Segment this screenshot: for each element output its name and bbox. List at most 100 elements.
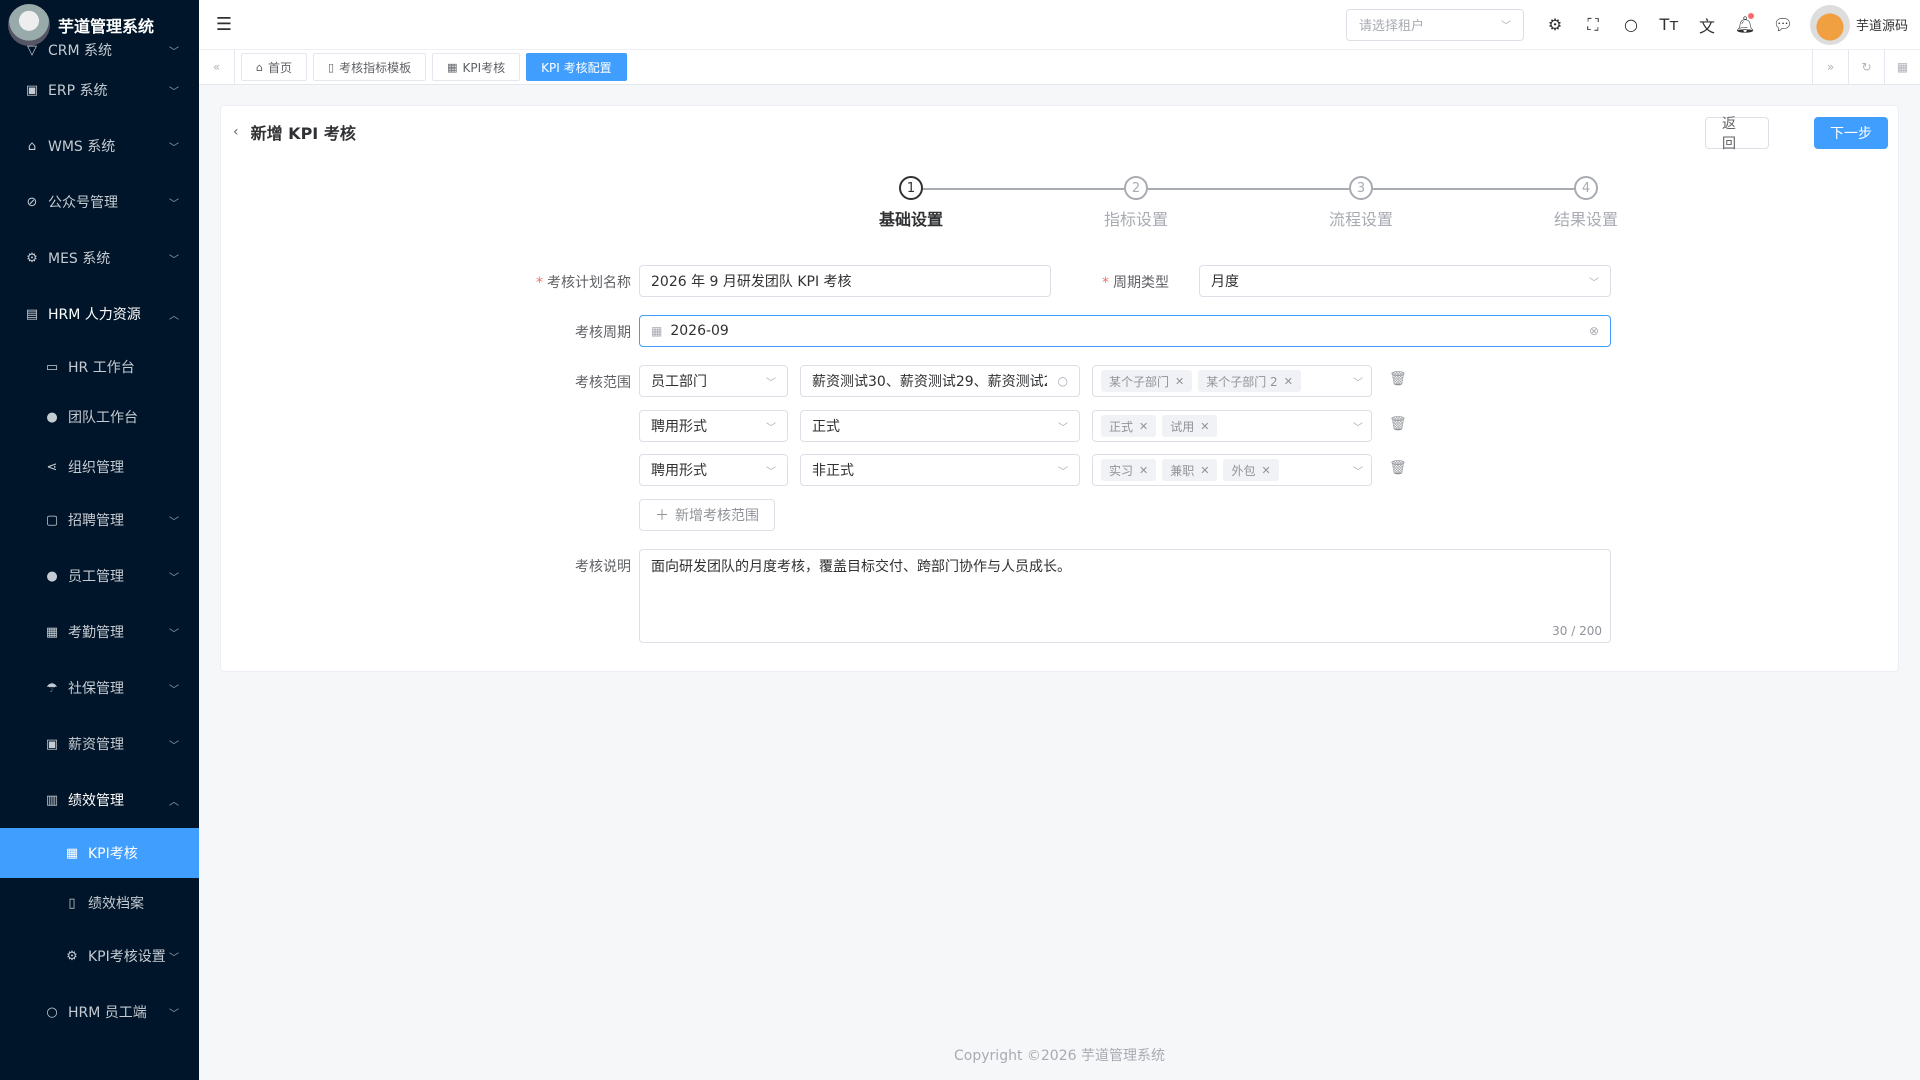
calendar-icon: ▦ xyxy=(651,324,663,338)
sidebar-item-label: 招聘管理 xyxy=(68,513,124,529)
sidebar-item-recruit[interactable]: ▢ 招聘管理 ﹀ xyxy=(0,492,199,548)
tabs-bar: « ⌂ 首页 ▯ 考核指标模板 ▦ KPI考核 KPI 考核配置 » ↻ ▦ xyxy=(199,49,1920,85)
sidebar-item-kpi-settings[interactable]: ⚙ KPI考核设置 ﹀ xyxy=(0,928,199,984)
scope-tag: 外包 ✕ xyxy=(1223,459,1279,481)
tabs-scroll-right-icon[interactable]: » xyxy=(1812,49,1848,85)
tab-kpi-config[interactable]: KPI 考核配置 xyxy=(526,53,627,81)
delete-icon[interactable]: 🗑︎ xyxy=(1389,416,1407,432)
chevron-down-icon: ﹀ xyxy=(1500,21,1511,32)
sidebar-item-label: CRM 系统 xyxy=(48,43,113,59)
chevron-up-icon: ︿ xyxy=(169,796,179,808)
refresh-icon[interactable]: ↻ xyxy=(1848,49,1884,85)
sidebar-item-performance[interactable]: ▥ 绩效管理 ︿ xyxy=(0,772,199,828)
chevron-down-icon: ﹀ xyxy=(169,142,179,154)
plus-icon: ＋ xyxy=(655,508,669,524)
sidebar: 芋道管理系统 ▽ CRM 系统 ﹀ ▣ ERP 系统 ﹀ ⌂ WMS 系统 ﹀ … xyxy=(0,0,199,1080)
grid-icon[interactable]: ▦ xyxy=(1884,49,1920,85)
sidebar-item-kpi[interactable]: ▦ KPI考核 xyxy=(0,828,199,878)
gear-icon: ⚙ xyxy=(26,250,38,266)
close-icon[interactable]: ✕ xyxy=(1200,420,1209,433)
bell-icon[interactable]: 🔔︎ xyxy=(1726,13,1764,34)
close-icon[interactable]: ✕ xyxy=(1261,464,1270,477)
step-label: 流程设置 xyxy=(1328,210,1393,229)
tab-kpi-template[interactable]: ▯ 考核指标模板 xyxy=(313,53,427,81)
close-icon[interactable]: ✕ xyxy=(1175,375,1184,388)
sidebar-item-org[interactable]: ⋖ 组织管理 xyxy=(0,442,199,492)
sidebar-item-social[interactable]: ☂ 社保管理 ﹀ xyxy=(0,660,199,716)
sidebar-item-hrm-employee[interactable]: ○ HRM 员工端 ﹀ xyxy=(0,984,199,1040)
sidebar-item-mes[interactable]: ⚙ MES 系统 ﹀ xyxy=(0,230,199,286)
scope-tags-select[interactable]: 正式 ✕ 试用 ✕ ﹀ xyxy=(1092,410,1372,442)
close-icon[interactable]: ✕ xyxy=(1200,464,1209,477)
menu-toggle-icon[interactable]: ☰ xyxy=(199,14,249,35)
desc-value: 面向研发团队的月度考核，覆盖目标交付、跨部门协作与人员成长。 xyxy=(651,559,1071,575)
font-size-icon[interactable]: Tт xyxy=(1650,15,1688,34)
sidebar-item-wms[interactable]: ⌂ WMS 系统 ﹀ xyxy=(0,118,199,174)
sidebar-item-label: 团队工作台 xyxy=(68,410,138,426)
sidebar-item-label: MES 系统 xyxy=(48,251,111,267)
gear-icon[interactable]: ⚙ xyxy=(1536,15,1574,34)
message-icon[interactable]: 💬︎ xyxy=(1764,15,1802,34)
tab-home[interactable]: ⌂ 首页 xyxy=(241,53,307,81)
scope-tags-select[interactable]: 某个子部门 ✕ 某个子部门 2 ✕ ﹀ xyxy=(1092,365,1372,397)
scope-type-select[interactable]: 聘用形式 ﹀ xyxy=(639,410,788,442)
sidebar-item-crm[interactable]: ▽ CRM 系统 ﹀ xyxy=(0,38,199,62)
step-label: 结果设置 xyxy=(1553,210,1618,229)
sidebar-item-hr-desk[interactable]: ▭ HR 工作台 xyxy=(0,342,199,392)
scope-value-select[interactable]: 正式 ﹀ xyxy=(800,410,1080,442)
scope-tag: 试用 ✕ xyxy=(1162,415,1218,437)
period-label: 考核周期 xyxy=(575,325,631,341)
chevron-down-icon: ﹀ xyxy=(169,516,179,528)
step-number: 1 xyxy=(899,176,923,200)
sidebar-item-team-desk[interactable]: ● 团队工作台 xyxy=(0,392,199,442)
avatar[interactable] xyxy=(1809,4,1850,45)
sidebar-item-employee[interactable]: ● 员工管理 ﹀ xyxy=(0,548,199,604)
desc-textarea[interactable]: 面向研发团队的月度考核，覆盖目标交付、跨部门协作与人员成长。 30 / 200 xyxy=(639,549,1611,643)
tabs-scroll-left-icon[interactable]: « xyxy=(199,49,235,85)
close-icon[interactable]: ✕ xyxy=(1139,420,1148,433)
chevron-down-icon: ﹀ xyxy=(766,377,776,389)
sidebar-item-salary[interactable]: ▣ 薪资管理 ﹀ xyxy=(0,716,199,772)
page-title: 新增 KPI 考核 xyxy=(250,124,356,143)
back-button[interactable]: 返 回 xyxy=(1705,116,1769,152)
scope-type-select[interactable]: 聘用形式 ﹀ xyxy=(639,454,788,486)
tab-label: KPI 考核配置 xyxy=(541,60,612,75)
clear-icon[interactable]: ⊗ xyxy=(1589,324,1599,338)
back-arrow-icon[interactable]: ‹ xyxy=(233,124,239,140)
sidebar-item-mp[interactable]: ⊘ 公众号管理 ﹀ xyxy=(0,174,199,230)
scope-type-value: 员工部门 xyxy=(651,374,707,390)
sidebar-item-label: HR 工作台 xyxy=(68,360,135,376)
cycle-type-select[interactable]: 月度 ﹀ xyxy=(1199,265,1611,297)
close-icon[interactable]: ✕ xyxy=(1139,464,1148,477)
tenant-select[interactable]: 请选择租户 ﹀ xyxy=(1345,8,1524,41)
chevron-down-icon: ﹀ xyxy=(766,466,776,478)
calendar-icon: ▦ xyxy=(447,60,458,74)
delete-icon[interactable]: 🗑︎ xyxy=(1389,371,1407,387)
search-icon[interactable]: ○ xyxy=(1612,15,1650,34)
sidebar-item-hrm[interactable]: ▤ HRM 人力资源 ︿ xyxy=(0,286,199,342)
close-icon[interactable]: ✕ xyxy=(1284,375,1293,388)
tab-kpi[interactable]: ▦ KPI考核 xyxy=(432,53,521,81)
sidebar-item-attendance[interactable]: ▦ 考勤管理 ﹀ xyxy=(0,604,199,660)
scope-tags-select[interactable]: 实习 ✕ 兼职 ✕ 外包 ✕ ﹀ xyxy=(1092,454,1372,486)
delete-icon[interactable]: 🗑︎ xyxy=(1389,460,1407,476)
scope-value-select[interactable]: 非正式 ﹀ xyxy=(800,454,1080,486)
sidebar-item-perf-archive[interactable]: ▯ 绩效档案 xyxy=(0,878,199,928)
step-indicator: 2 指标设置 xyxy=(1076,176,1196,230)
fullscreen-icon[interactable]: ⛶ xyxy=(1574,15,1612,35)
username[interactable]: 芋道源码 xyxy=(1856,15,1908,34)
scope-value: 薪资测试30、薪资测试29、薪资测试2 xyxy=(812,374,1047,390)
chevron-down-icon: ﹀ xyxy=(1058,466,1068,478)
scope-type-select[interactable]: 员工部门 ﹀ xyxy=(639,365,788,397)
sidebar-item-erp[interactable]: ▣ ERP 系统 ﹀ xyxy=(0,62,199,118)
scope-type-value: 聘用形式 xyxy=(651,463,707,479)
step-result: 4 结果设置 xyxy=(1526,176,1646,230)
plan-name-input[interactable]: 2026 年 9 月研发团队 KPI 考核 xyxy=(639,265,1051,297)
tabs-actions: » ↻ ▦ xyxy=(1812,49,1920,85)
next-button[interactable]: 下一步 xyxy=(1814,117,1888,149)
scope-value-select[interactable]: 薪资测试30、薪资测试29、薪资测试2 ○ xyxy=(800,365,1080,397)
translate-icon[interactable]: 文 xyxy=(1688,13,1726,37)
add-scope-button[interactable]: ＋ 新增考核范围 xyxy=(639,499,775,531)
step-label: 基础设置 xyxy=(878,210,943,229)
period-picker[interactable]: ▦ 2026-09 ⊗ xyxy=(639,315,1611,347)
